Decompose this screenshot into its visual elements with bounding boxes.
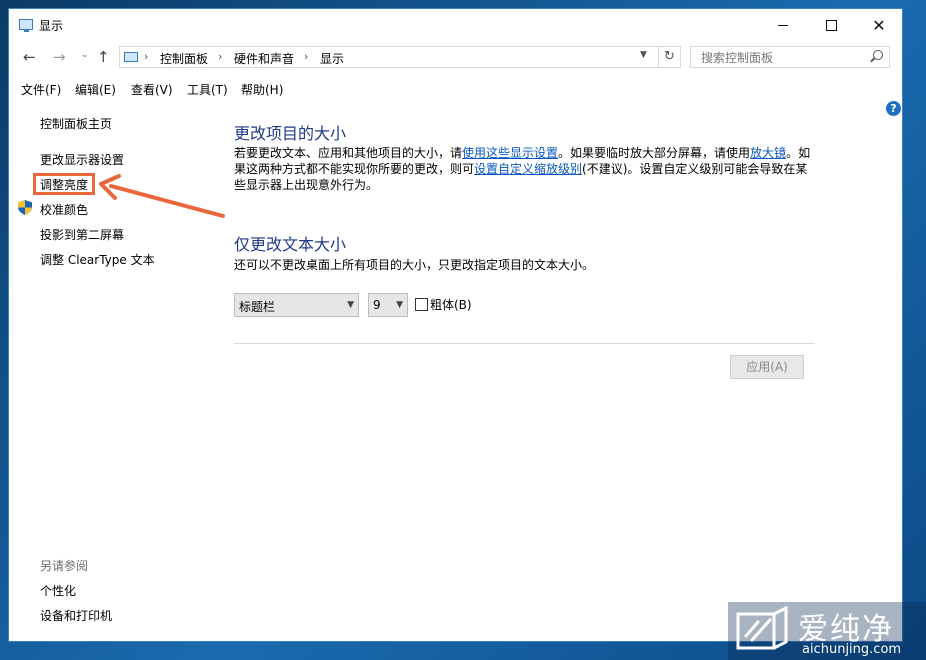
minimize-icon — [778, 24, 788, 26]
menu-bar: 文件(F) 编辑(E) 查看(V) 工具(T) 帮助(H) — [9, 79, 902, 99]
sidebar-item-calibrate-color[interactable]: 校准颜色 — [40, 201, 88, 218]
control-panel-icon — [124, 52, 138, 62]
font-size-select-value: 9 — [373, 298, 381, 312]
watermark-url: aichunjing.com — [802, 642, 902, 657]
display-icon — [19, 19, 33, 32]
element-select[interactable]: 标题栏 ▼ — [234, 293, 359, 317]
sidebar-item-cleartype[interactable]: 调整 ClearType 文本 — [40, 251, 155, 268]
chevron-down-icon: ▼ — [347, 300, 354, 310]
back-arrow-icon[interactable]: ← — [23, 48, 36, 66]
display-settings-link[interactable]: 使用这些显示设置 — [462, 146, 558, 160]
divider — [234, 343, 815, 344]
breadcrumb-separator-icon[interactable]: › — [304, 50, 308, 63]
custom-scaling-link[interactable]: 设置自定义缩放级别 — [474, 162, 582, 176]
section-title-text-size: 仅更改文本大小 — [234, 235, 347, 254]
close-icon: ✕ — [872, 15, 886, 35]
watermark: 爱纯净 aichunjing.com — [728, 602, 926, 660]
menu-help[interactable]: 帮助(H) — [241, 81, 283, 98]
breadcrumb-hardware-sound[interactable]: 硬件和声音 — [234, 50, 294, 67]
recent-locations-chevron-icon[interactable]: ⌄ — [81, 50, 89, 60]
up-arrow-icon[interactable]: ↑ — [97, 48, 110, 66]
text-size-description: 还可以不更改桌面上所有项目的大小，只更改指定项目的文本大小。 — [234, 258, 595, 272]
breadcrumb-separator-icon[interactable]: › — [218, 50, 222, 63]
address-dropdown-icon[interactable]: ▼ — [640, 50, 647, 60]
control-panel-window: 显示 ✕ ← → ⌄ ↑ › 控制面板 › 硬件和声音 › 显示 ▼ ↻ 文件(… — [8, 8, 903, 642]
sidebar-item-home[interactable]: 控制面板主页 — [40, 115, 112, 132]
forward-arrow-icon[interactable]: → — [53, 48, 66, 66]
bold-checkbox-label[interactable]: 粗体(B) — [430, 296, 472, 313]
maximize-icon — [825, 19, 837, 31]
see-also-heading: 另请参阅 — [40, 559, 89, 573]
maximize-button[interactable] — [808, 9, 854, 41]
title-bar[interactable]: 显示 ✕ — [9, 9, 902, 41]
description-text: 若要更改文本、应用和其他项目的大小，请 — [234, 146, 463, 160]
refresh-button[interactable]: ↻ — [659, 46, 681, 68]
magnifier-link[interactable]: 放大镜 — [750, 146, 786, 160]
address-bar[interactable]: › 控制面板 › 硬件和声音 › 显示 ▼ — [119, 46, 659, 68]
minimize-button[interactable] — [760, 9, 806, 41]
help-icon[interactable]: ? — [886, 101, 901, 116]
sidebar-item-display-settings[interactable]: 更改显示器设置 — [40, 151, 124, 168]
search-box[interactable] — [690, 46, 890, 68]
bold-checkbox[interactable] — [415, 298, 428, 311]
menu-tools[interactable]: 工具(T) — [187, 81, 228, 98]
annotation-arrow-icon — [99, 174, 225, 218]
menu-file[interactable]: 文件(F) — [21, 81, 61, 98]
item-size-description: 若要更改文本、应用和其他项目的大小，请使用这些显示设置。如果要临时放大部分屏幕，… — [234, 145, 816, 193]
see-also-personalization[interactable]: 个性化 — [40, 582, 76, 599]
element-select-value: 标题栏 — [239, 300, 276, 314]
navigation-bar: ← → ⌄ ↑ › 控制面板 › 硬件和声音 › 显示 ▼ ↻ — [9, 44, 902, 72]
window-title: 显示 — [39, 19, 64, 33]
breadcrumb-control-panel[interactable]: 控制面板 — [160, 50, 208, 67]
uac-shield-icon — [18, 200, 32, 215]
search-icon[interactable] — [873, 50, 883, 60]
breadcrumb-separator-icon[interactable]: › — [144, 50, 148, 63]
see-also-devices-printers[interactable]: 设备和打印机 — [40, 607, 112, 624]
highlight-box — [33, 173, 95, 195]
section-title-item-size: 更改项目的大小 — [234, 124, 347, 143]
font-size-select[interactable]: 9 ▼ — [368, 293, 408, 317]
menu-edit[interactable]: 编辑(E) — [75, 81, 116, 98]
apply-button[interactable]: 应用(A) — [730, 355, 804, 379]
search-input[interactable] — [699, 49, 863, 67]
close-button[interactable]: ✕ — [856, 9, 902, 41]
description-text: 。如果要临时放大部分屏幕，请使用 — [558, 146, 751, 160]
menu-view[interactable]: 查看(V) — [131, 81, 173, 98]
chevron-down-icon: ▼ — [396, 300, 403, 310]
sidebar-item-project-second-screen[interactable]: 投影到第二屏幕 — [40, 226, 124, 243]
watermark-logo-icon — [736, 606, 788, 650]
breadcrumb-display[interactable]: 显示 — [320, 50, 344, 67]
